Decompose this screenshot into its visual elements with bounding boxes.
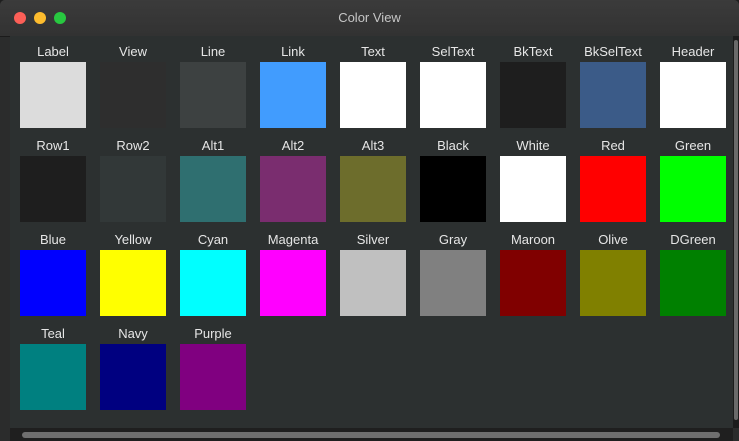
color-swatch: [260, 250, 326, 316]
swatch-label: Text: [361, 44, 385, 59]
horizontal-scrollbar[interactable]: [10, 428, 733, 441]
swatch-label: Gray: [438, 232, 468, 247]
swatch-view: View: [100, 45, 166, 128]
swatch-label: Blue: [39, 232, 67, 247]
color-swatch: [180, 62, 246, 128]
color-swatch: [420, 250, 486, 316]
color-swatch: [420, 62, 486, 128]
swatch-label: Magenta: [267, 232, 319, 247]
swatch-label: Purple: [194, 326, 232, 341]
swatch-label: DGreen: [670, 232, 716, 247]
color-swatch: [180, 250, 246, 316]
swatch-navy: Navy: [100, 327, 166, 410]
swatch-label: Alt2: [281, 138, 305, 153]
color-swatch: [660, 62, 726, 128]
color-swatch: [580, 62, 646, 128]
swatch-bkseltext: BkSelText: [580, 45, 646, 128]
swatch-label: Navy: [118, 326, 148, 341]
vertical-scrollbar[interactable]: [733, 36, 739, 428]
swatch-label: Olive: [598, 232, 628, 247]
color-swatch: [180, 344, 246, 410]
swatch-label: Row1: [36, 138, 70, 153]
swatch-label: Header: [671, 44, 715, 59]
color-swatch: [260, 156, 326, 222]
swatch-green: Green: [660, 139, 726, 222]
window-title: Color View: [338, 10, 401, 25]
color-swatch: [20, 250, 86, 316]
color-swatch: [660, 250, 726, 316]
color-swatch: [500, 62, 566, 128]
swatch-yellow: Yellow: [100, 233, 166, 316]
color-swatch: [500, 250, 566, 316]
swatch-label: View: [119, 44, 147, 59]
color-swatch: [500, 156, 566, 222]
swatch-label: Alt1: [201, 138, 225, 153]
swatch-label: Label: [37, 44, 69, 59]
swatch-label: BkText: [513, 44, 553, 59]
swatch-label: Silver: [356, 232, 390, 247]
swatch-label: Alt3: [361, 138, 385, 153]
swatch-label: Red: [601, 138, 625, 153]
swatch-label: Teal: [41, 326, 65, 341]
color-swatch: [180, 156, 246, 222]
swatch-label: Cyan: [197, 232, 229, 247]
color-swatch: [100, 344, 166, 410]
color-swatch: [420, 156, 486, 222]
color-view-window: Color View Label View Line Link Text SelText B…: [0, 0, 739, 441]
color-swatch: [580, 156, 646, 222]
swatch-line: Line: [180, 45, 246, 128]
color-swatch: [580, 250, 646, 316]
color-swatch: [100, 62, 166, 128]
swatch-silver: Silver: [340, 233, 406, 316]
color-swatch: [20, 62, 86, 128]
color-swatch: [340, 250, 406, 316]
swatch-label: Row2: [116, 138, 150, 153]
swatch-bktext: BkText: [500, 45, 566, 128]
swatch-label: White: [516, 138, 550, 153]
title-bar[interactable]: Color View: [0, 0, 739, 37]
swatch-alt3: Alt3: [340, 139, 406, 222]
swatch-seltext: SelText: [420, 45, 486, 128]
swatch-label: SelText: [431, 44, 475, 59]
swatch-row2: Row2: [100, 139, 166, 222]
swatch-teal: Teal: [20, 327, 86, 410]
color-swatch: [660, 156, 726, 222]
swatch-label: Line: [200, 44, 226, 59]
swatch-label: Yellow: [114, 232, 152, 247]
swatch-white: White: [500, 139, 566, 222]
swatch-row1: Row1: [20, 139, 86, 222]
swatch-label: Maroon: [510, 232, 556, 247]
swatch-header: Header: [660, 45, 726, 128]
swatch-red: Red: [580, 139, 646, 222]
swatch-olive: Olive: [580, 233, 646, 316]
swatch-label: Label: [20, 45, 86, 128]
swatch-maroon: Maroon: [500, 233, 566, 316]
swatch-link: Link: [260, 45, 326, 128]
swatch-label: Black: [437, 138, 469, 153]
swatch-magenta: Magenta: [260, 233, 326, 316]
swatch-label: Green: [674, 138, 712, 153]
color-swatch: [340, 156, 406, 222]
color-swatch: [260, 62, 326, 128]
swatch-dgreen: DGreen: [660, 233, 726, 316]
vertical-scrollbar-thumb[interactable]: [734, 40, 738, 420]
swatch-label: BkSelText: [584, 44, 642, 59]
swatch-label: Link: [281, 44, 305, 59]
swatch-alt2: Alt2: [260, 139, 326, 222]
horizontal-scrollbar-thumb[interactable]: [22, 432, 720, 438]
color-swatch: [100, 250, 166, 316]
swatch-cyan: Cyan: [180, 233, 246, 316]
swatch-blue: Blue: [20, 233, 86, 316]
color-swatch: [20, 344, 86, 410]
swatch-purple: Purple: [180, 327, 246, 410]
swatch-black: Black: [420, 139, 486, 222]
color-swatch: [20, 156, 86, 222]
color-swatch: [340, 62, 406, 128]
color-swatch: [100, 156, 166, 222]
swatch-alt1: Alt1: [180, 139, 246, 222]
swatch-text: Text: [340, 45, 406, 128]
swatch-gray: Gray: [420, 233, 486, 316]
color-swatch-grid: Label View Line Link Text SelText BkText BkSelT…: [10, 36, 733, 428]
